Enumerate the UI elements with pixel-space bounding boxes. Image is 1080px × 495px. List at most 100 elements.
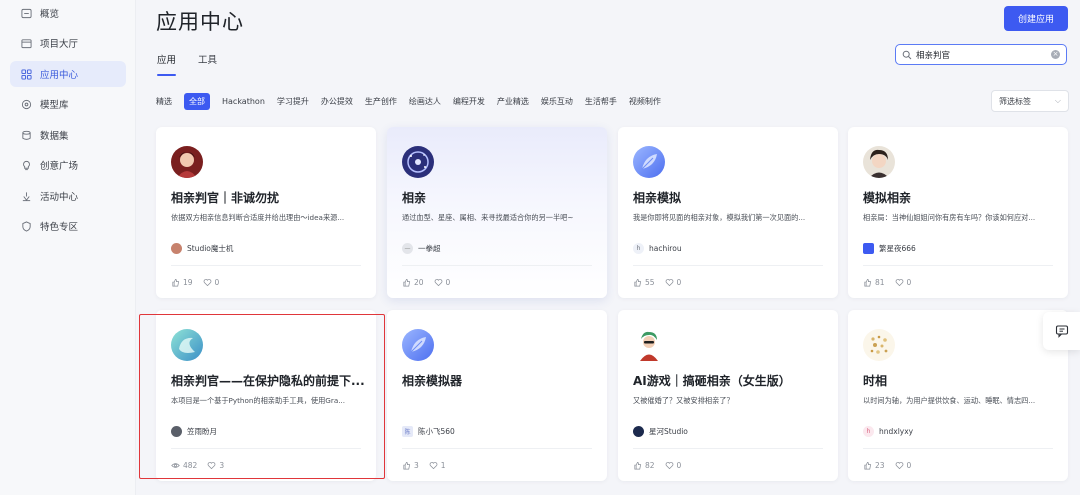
heart-icon: [665, 462, 673, 470]
favorite-count[interactable]: 0: [203, 278, 219, 287]
filter-all[interactable]: 全部: [184, 93, 210, 110]
tag-filter-select[interactable]: 筛选标签 ⌵: [991, 90, 1069, 112]
app-card[interactable]: 相亲判官——在保护隐私的前提下... 本项目是一个基于Python的相亲助手工具…: [156, 310, 376, 481]
app-card[interactable]: 相亲模拟 我是你即将见面的相亲对象，模拟我们第一次见面的... h hachir…: [618, 127, 838, 298]
filter-life-helper[interactable]: 生活帮手: [585, 96, 617, 107]
favorite-count[interactable]: 0: [434, 278, 450, 287]
app-avatar: [171, 146, 203, 178]
author-name: 繁星夜666: [879, 244, 916, 253]
favorite-count[interactable]: 0: [665, 461, 681, 470]
card-title: 相亲模拟器: [402, 374, 463, 388]
author-avatar: 陈: [402, 426, 413, 437]
filter-office[interactable]: 办公提效: [321, 96, 353, 107]
heart-icon: [895, 462, 903, 470]
card-title: 时相: [863, 374, 888, 388]
author-avatar: [171, 426, 182, 437]
author-avatar: [171, 243, 182, 254]
filter-learning[interactable]: 学习提升: [277, 96, 309, 107]
thumbs-up-icon: [634, 278, 642, 287]
author-name: 陈小飞560: [418, 427, 455, 436]
favorite-count[interactable]: 1: [429, 461, 446, 470]
filter-programming[interactable]: 编程开发: [453, 96, 485, 107]
create-app-button[interactable]: 创建应用: [1004, 6, 1068, 31]
author-name: hachirou: [649, 244, 682, 253]
tab-tools[interactable]: 工具: [198, 52, 217, 76]
card-author: 星河Studio: [633, 426, 688, 437]
sidebar-item-feature-zone[interactable]: 特色专区: [10, 213, 126, 239]
thumbs-up-icon: [403, 278, 411, 287]
author-name: 星河Studio: [649, 427, 688, 436]
heart-icon: [665, 279, 673, 287]
author-avatar: h: [863, 426, 874, 437]
author-avatar: [863, 243, 874, 254]
sidebar-item-overview[interactable]: 概览: [10, 0, 126, 26]
card-title: 相亲判官｜非诚勿扰: [171, 191, 280, 205]
app-card[interactable]: 相亲 通过血型、星座、属相、来寻找最适合你的另一半吧~ — 一拳超 20 0: [387, 127, 607, 298]
tag-select-label: 筛选标签: [999, 96, 1031, 106]
model-icon: [19, 97, 33, 111]
card-author: 陈 陈小飞560: [402, 426, 455, 437]
card-title: 相亲判官——在保护隐私的前提下...: [171, 374, 365, 388]
card-author: 笠雨盼月: [171, 426, 217, 437]
favorite-count[interactable]: 0: [895, 461, 911, 470]
filter-industry[interactable]: 产业精选: [497, 96, 529, 107]
card-author: — 一拳超: [402, 243, 441, 254]
card-divider: [171, 265, 361, 266]
card-author: Studio魔士机: [171, 243, 233, 254]
search-input[interactable]: [916, 49, 1051, 60]
feedback-chat-button[interactable]: [1043, 312, 1080, 350]
card-stats: 23 0: [863, 461, 921, 470]
sidebar-item-dataset[interactable]: 数据集: [10, 122, 126, 148]
favorite-count[interactable]: 0: [665, 278, 681, 287]
thumbs-up-icon: [864, 278, 872, 287]
app-card[interactable]: 模拟相亲 相亲局：当神仙姐姐问你有房有车吗？你该如何应对... 繁星夜666 8…: [848, 127, 1068, 298]
filter-drawing[interactable]: 绘画达人: [409, 96, 441, 107]
tab-apps[interactable]: 应用: [157, 52, 177, 76]
heart-icon: [207, 462, 216, 470]
view-count: 482: [171, 461, 197, 470]
sidebar-item-project-hall[interactable]: 项目大厅: [10, 30, 126, 56]
filter-video[interactable]: 视频制作: [629, 96, 661, 107]
filter-creation[interactable]: 生产创作: [365, 96, 397, 107]
activity-icon: [19, 189, 33, 203]
card-stats: 81 0: [863, 278, 921, 287]
like-count[interactable]: 55: [633, 278, 655, 287]
sidebar-item-activity-center[interactable]: 活动中心: [10, 183, 126, 209]
favorite-count[interactable]: 0: [895, 278, 911, 287]
app-card[interactable]: 相亲模拟器 陈 陈小飞560 3 1: [387, 310, 607, 481]
app-card[interactable]: AI游戏｜搞砸相亲（女生版） 又被催婚了？又被安排相亲了？ 星河Studio 8…: [618, 310, 838, 481]
sidebar-item-app-center[interactable]: 应用中心: [10, 61, 126, 87]
card-author: h hachirou: [633, 243, 682, 254]
sidebar-item-label: 活动中心: [40, 192, 79, 203]
filter-hackathon[interactable]: Hackathon: [222, 97, 265, 106]
like-count[interactable]: 23: [863, 461, 885, 470]
thumbs-up-icon: [172, 278, 180, 287]
like-count[interactable]: 19: [171, 278, 193, 287]
filter-featured[interactable]: 精选: [156, 96, 172, 107]
author-avatar: h: [633, 243, 644, 254]
sidebar-item-label: 特色专区: [40, 222, 79, 233]
card-stats: 20 0: [402, 278, 460, 287]
favorite-count[interactable]: 3: [207, 461, 224, 470]
app-card[interactable]: 时相 以时间为轴，为用户提供饮食、运动、睡眠、情志四... h hndxlyxy…: [848, 310, 1068, 481]
card-description: 相亲局：当神仙姐姐问你有房有车吗？你该如何应对...: [863, 213, 1036, 222]
card-stats: 82 0: [633, 461, 691, 470]
card-divider: [171, 448, 361, 449]
tab-bar: 应用 工具: [157, 52, 217, 76]
filter-entertainment[interactable]: 娱乐互动: [541, 96, 573, 107]
like-count[interactable]: 3: [402, 461, 419, 470]
clear-search-icon[interactable]: ×: [1051, 50, 1060, 59]
sidebar-item-model-library[interactable]: 模型库: [10, 91, 126, 117]
heart-icon: [434, 279, 442, 287]
sidebar-item-label: 创意广场: [40, 161, 79, 172]
like-count[interactable]: 81: [863, 278, 885, 287]
app-avatar: [402, 146, 434, 178]
like-count[interactable]: 82: [633, 461, 655, 470]
search-icon: [902, 50, 912, 60]
sidebar-item-label: 概览: [40, 9, 60, 20]
author-name: hndxlyxy: [879, 427, 914, 436]
like-count[interactable]: 20: [402, 278, 424, 287]
author-name: 一拳超: [418, 244, 441, 253]
sidebar-item-idea-plaza[interactable]: 创意广场: [10, 152, 126, 178]
app-card[interactable]: 相亲判官｜非诚勿扰 依据双方相亲信息判断合适度并给出理由～idea来源... S…: [156, 127, 376, 298]
